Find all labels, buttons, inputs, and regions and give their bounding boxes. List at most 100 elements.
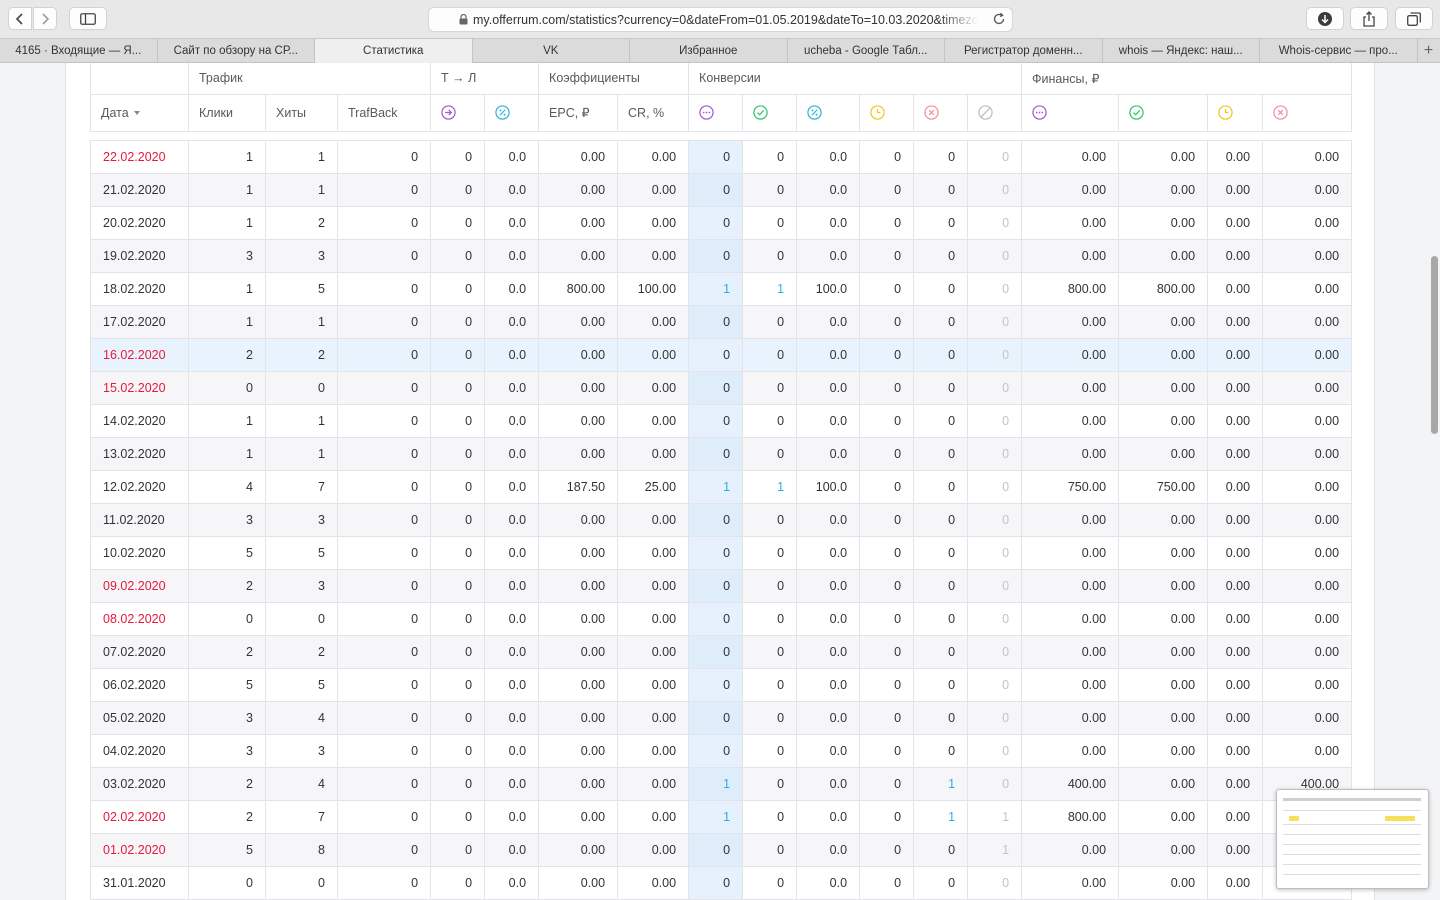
reload-icon[interactable] — [992, 12, 1006, 26]
cell-epc: 0.00 — [538, 766, 619, 801]
forward-button[interactable] — [33, 7, 57, 30]
sidebar-toggle-button[interactable] — [69, 7, 107, 30]
cell-date: 08.02.2020 — [90, 601, 189, 636]
tab-domain-registrar[interactable]: Регистратор доменн... — [945, 39, 1103, 63]
new-tab-button[interactable]: + — [1418, 39, 1440, 63]
tab-overview-button[interactable] — [1395, 7, 1433, 30]
table-row[interactable]: 01.02.2020 5 8 0 0 0.0 0.00 0.00 0 0 0.0 0 0 1 0.00 0.0… — [90, 832, 1353, 867]
col-conv-pending[interactable] — [859, 93, 915, 132]
col-date[interactable]: Дата — [90, 93, 189, 132]
group-finance: Финансы, ₽ — [1021, 63, 1353, 95]
col-conv-rejected[interactable] — [913, 93, 969, 132]
col-fin-rejected[interactable] — [1262, 93, 1353, 132]
tab-whois-service[interactable]: Whois-сервис — про... — [1260, 39, 1418, 63]
cell-conv-trash: 0 — [967, 469, 1023, 504]
col-tl-transitions[interactable] — [430, 93, 486, 132]
cell-conv-approve-rate: 0.0 — [796, 634, 861, 669]
check-circle-icon — [753, 105, 768, 120]
clock-icon — [1218, 105, 1233, 120]
col-epc[interactable]: EPC, ₽ — [538, 93, 619, 132]
tab-statistics[interactable]: Статистика — [315, 39, 473, 63]
table-row[interactable]: 16.02.2020 2 2 0 0 0.0 0.00 0.00 0 0 0.0 0 0 0 0.00 0.0… — [90, 337, 1353, 372]
table-row[interactable]: 12.02.2020 4 7 0 0 0.0 187.50 25.00 1 1 100.0 0 0 0 75… — [90, 469, 1353, 504]
table-row[interactable]: 20.02.2020 1 2 0 0 0.0 0.00 0.00 0 0 0.0 0 0 0 0.00 0.0… — [90, 205, 1353, 240]
screenshot-thumbnail[interactable] — [1276, 789, 1429, 889]
share-button[interactable] — [1350, 7, 1388, 30]
group-traffic: Трафик — [187, 63, 432, 95]
cell-conv-total: 0 — [688, 601, 744, 636]
cell-hits: 4 — [265, 700, 338, 735]
col-cr[interactable]: CR, % — [617, 93, 690, 132]
cell-conv-rejected: 0 — [913, 832, 969, 867]
table-row[interactable]: 03.02.2020 2 4 0 0 0.0 0.00 0.00 1 0 0.0 0 1 0 400.00 0… — [90, 766, 1353, 801]
tab-whois-yandex[interactable]: whois — Яндекс: наш... — [1103, 39, 1260, 63]
col-clicks[interactable]: Клики — [188, 93, 266, 132]
tab-favorites[interactable]: Избранное — [630, 39, 788, 63]
cell-trafback: 0 — [336, 535, 432, 570]
page-scrollbar[interactable] — [1431, 256, 1438, 434]
table-row[interactable]: 14.02.2020 1 1 0 0 0.0 0.00 0.00 0 0 0.0 0 0 0 0.00 0.0… — [90, 403, 1353, 438]
downloads-button[interactable] — [1306, 7, 1344, 30]
cell-date: 15.02.2020 — [90, 370, 189, 405]
table-row[interactable]: 18.02.2020 1 5 0 0 0.0 800.00 100.00 1 1 100.0 0 0 0 8… — [90, 271, 1353, 306]
cell-date: 01.02.2020 — [90, 832, 189, 867]
table-row[interactable]: 17.02.2020 1 1 0 0 0.0 0.00 0.00 0 0 0.0 0 0 0 0.00 0.0… — [90, 304, 1353, 339]
cell-conv-approve-rate: 0.0 — [796, 568, 861, 603]
table-row[interactable]: 08.02.2020 0 0 0 0 0.0 0.00 0.00 0 0 0.0 0 0 0 0.00 0.0… — [90, 601, 1353, 636]
table-row[interactable]: 15.02.2020 0 0 0 0 0.0 0.00 0.00 0 0 0.0 0 0 0 0.00 0.0… — [90, 370, 1353, 405]
cell-date: 05.02.2020 — [90, 700, 189, 735]
table-row[interactable]: 04.02.2020 3 3 0 0 0.0 0.00 0.00 0 0 0.0 0 0 0 0.00 0.0… — [90, 733, 1353, 768]
cell-hits: 7 — [265, 799, 338, 834]
table-row[interactable]: 22.02.2020 1 1 0 0 0.0 0.00 0.00 0 0 0.0 0 0 0 0.00 0.0… — [90, 139, 1353, 174]
table-row[interactable]: 05.02.2020 3 4 0 0 0.0 0.00 0.00 0 0 0.0 0 0 0 0.00 0.0… — [90, 700, 1353, 735]
cell-conv-trash: 0 — [967, 370, 1023, 405]
table-row[interactable]: 19.02.2020 3 3 0 0 0.0 0.00 0.00 0 0 0.0 0 0 0 0.00 0.0… — [90, 238, 1353, 273]
cell-fin-pending: 0.00 — [1207, 238, 1264, 273]
tab-mail[interactable]: 4165 · Входящие — Я... — [0, 39, 158, 63]
tab-vk[interactable]: VK — [473, 39, 630, 63]
col-trafback[interactable]: TrafBack — [336, 93, 432, 132]
cell-conv-trash: 0 — [967, 271, 1023, 306]
cell-tl-percent: 0.0 — [484, 271, 540, 306]
cell-fin-total: 0.00 — [1021, 535, 1120, 570]
table-row[interactable]: 11.02.2020 3 3 0 0 0.0 0.00 0.00 0 0 0.0 0 0 0 0.00 0.0… — [90, 502, 1353, 537]
cell-conv-rejected: 1 — [913, 766, 969, 801]
col-hits[interactable]: Хиты — [265, 93, 338, 132]
cell-fin-rejected: 0.00 — [1262, 139, 1353, 174]
table-row[interactable]: 13.02.2020 1 1 0 0 0.0 0.00 0.00 0 0 0.0 0 0 0 0.00 0.0… — [90, 436, 1353, 471]
cell-tl-percent: 0.0 — [484, 172, 540, 207]
table-row[interactable]: 10.02.2020 5 5 0 0 0.0 0.00 0.00 0 0 0.0 0 0 0 0.00 0.0… — [90, 535, 1353, 570]
table-row[interactable]: 09.02.2020 2 3 0 0 0.0 0.00 0.00 0 0 0.0 0 0 0 0.00 0.0… — [90, 568, 1353, 603]
cell-clicks: 5 — [188, 832, 266, 867]
col-fin-total[interactable] — [1021, 93, 1120, 132]
tab-review-site[interactable]: Сайт по обзору на СР... — [158, 39, 315, 63]
tab-ucheba[interactable]: ucheba - Google Табл... — [788, 39, 945, 63]
table-row[interactable]: 02.02.2020 2 7 0 0 0.0 0.00 0.00 1 0 0.0 0 1 1 800.00 0… — [90, 799, 1353, 834]
col-fin-approved[interactable] — [1118, 93, 1209, 132]
cell-conv-trash: 0 — [967, 403, 1023, 438]
cell-conv-pending: 0 — [859, 436, 915, 471]
col-conv-total[interactable] — [688, 93, 744, 132]
col-conv-approved[interactable] — [742, 93, 798, 132]
cell-fin-approved: 0.00 — [1118, 502, 1209, 537]
cell-fin-total: 800.00 — [1021, 271, 1120, 306]
col-conv-approve-rate[interactable] — [796, 93, 861, 132]
col-tl-percent[interactable] — [484, 93, 540, 132]
cell-conv-rejected: 0 — [913, 370, 969, 405]
table-row[interactable]: 06.02.2020 5 5 0 0 0.0 0.00 0.00 0 0 0.0 0 0 0 0.00 0.0… — [90, 667, 1353, 702]
cell-trafback: 0 — [336, 667, 432, 702]
cell-tl-transitions: 0 — [430, 172, 486, 207]
back-button[interactable] — [8, 7, 32, 30]
table-row[interactable]: 07.02.2020 2 2 0 0 0.0 0.00 0.00 0 0 0.0 0 0 0 0.00 0.0… — [90, 634, 1353, 669]
cell-clicks: 1 — [188, 436, 266, 471]
cell-conv-trash: 0 — [967, 172, 1023, 207]
cell-tl-percent: 0.0 — [484, 766, 540, 801]
col-conv-trash[interactable] — [967, 93, 1023, 132]
cell-tl-percent: 0.0 — [484, 601, 540, 636]
table-row[interactable]: 21.02.2020 1 1 0 0 0.0 0.00 0.00 0 0 0.0 0 0 0 0.00 0.0… — [90, 172, 1353, 207]
cell-conv-approved: 0 — [742, 667, 798, 702]
col-fin-pending[interactable] — [1207, 93, 1264, 132]
more-circle-icon — [1032, 105, 1047, 120]
table-row[interactable]: 31.01.2020 0 0 0 0 0.0 0.00 0.00 0 0 0.0 0 0 0 0.00 0.0… — [90, 865, 1353, 900]
address-bar[interactable]: my.offerrum.com/statistics?currency=0&da… — [428, 7, 1013, 32]
